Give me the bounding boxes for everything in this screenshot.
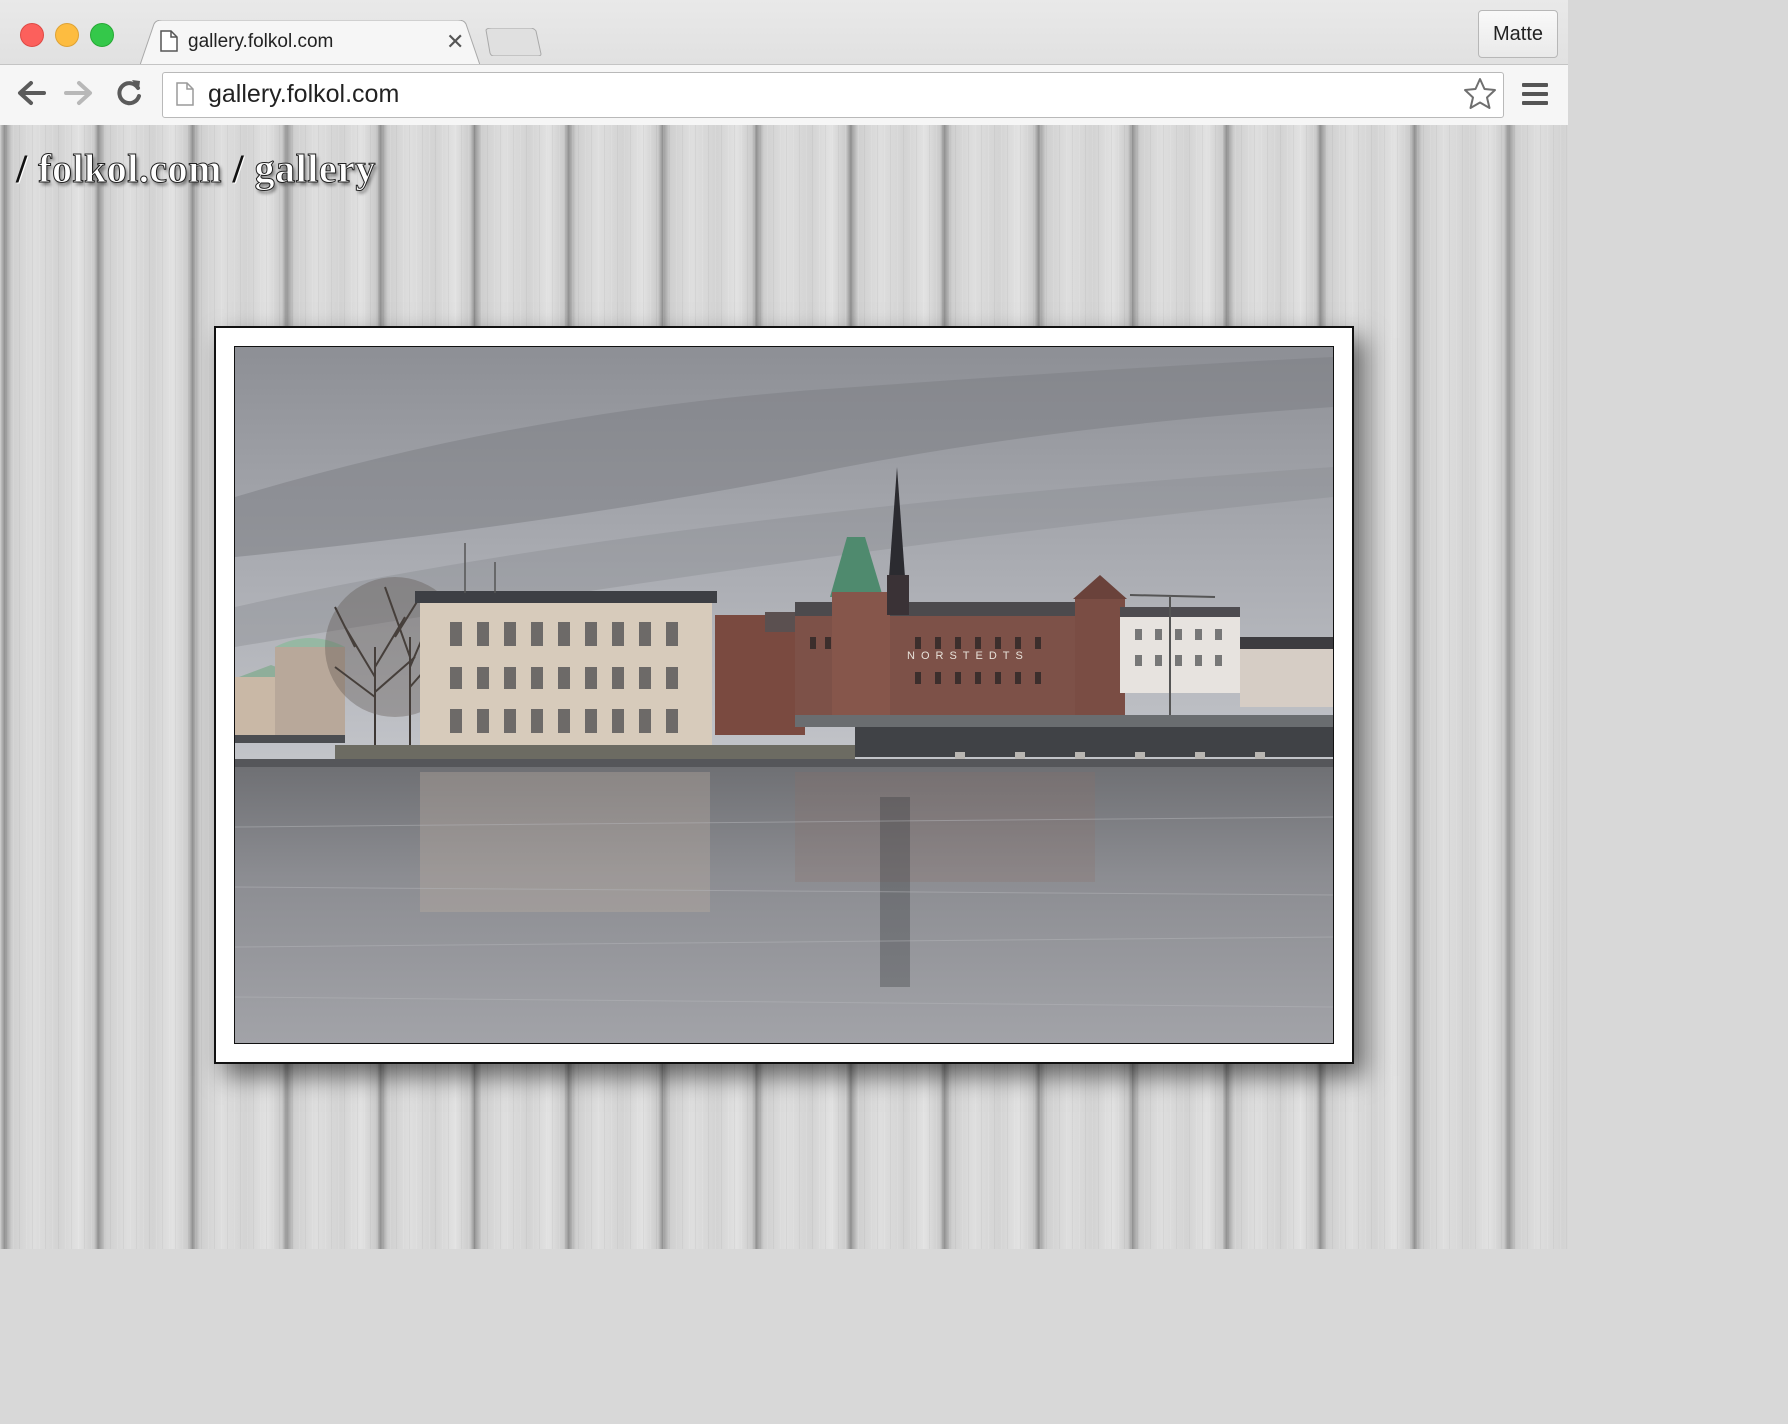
arrow-left-icon[interactable] [14, 76, 48, 110]
address-text[interactable]: gallery.folkol.com [208, 80, 399, 109]
cityscape-photo: NORSTEDTS [235, 347, 1333, 1043]
breadcrumb-separator: / [16, 146, 28, 191]
breadcrumb-link-site[interactable]: folkol.com [38, 146, 222, 192]
photo-frame: NORSTEDTS [214, 326, 1354, 1064]
star-icon[interactable] [1462, 76, 1498, 112]
breadcrumb-separator: / [232, 146, 245, 191]
photo-signage: NORSTEDTS [907, 650, 1029, 662]
breadcrumb-link-gallery[interactable]: gallery [254, 146, 376, 192]
new-tab-button[interactable] [484, 28, 542, 56]
page-icon [160, 30, 178, 52]
page-icon [176, 82, 194, 106]
hamburger-menu-icon[interactable] [1520, 80, 1550, 108]
window-close-button[interactable] [20, 23, 44, 47]
tab-title: gallery.folkol.com [188, 31, 334, 52]
window-minimize-button[interactable] [55, 23, 79, 47]
gallery-photo[interactable]: NORSTEDTS [234, 346, 1334, 1044]
breadcrumb: / folkol.com / gallery [16, 145, 376, 192]
arrow-right-icon[interactable] [62, 76, 96, 110]
close-icon[interactable]: ✕ [446, 28, 464, 56]
profile-button[interactable]: Matte [1478, 10, 1558, 58]
page-content: / folkol.com / gallery NORSTEDTS [0, 125, 1568, 1249]
window-maximize-button[interactable] [90, 23, 114, 47]
reload-icon[interactable] [112, 76, 146, 110]
